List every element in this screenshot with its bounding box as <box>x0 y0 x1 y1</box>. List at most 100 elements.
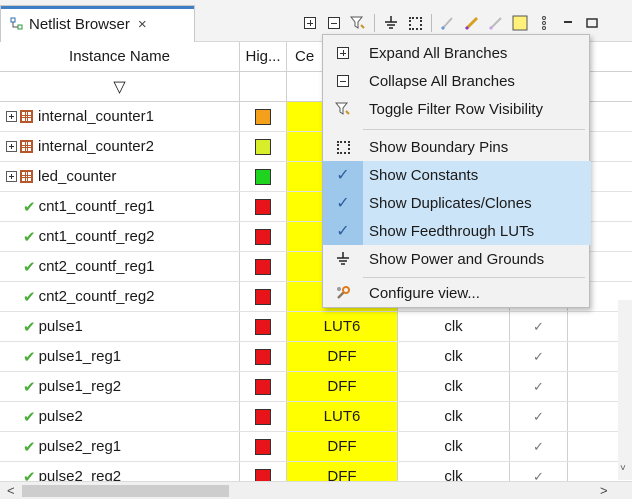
check-icon: ✓ <box>323 161 363 189</box>
instance-name-cell[interactable]: internal_counter2 <box>0 132 240 161</box>
highlight-swatch[interactable] <box>255 138 271 155</box>
table-row[interactable]: ✔ pulse1_reg1 DFF clk ✓ <box>0 342 632 372</box>
view-toolbar <box>300 12 606 34</box>
leaf-cell-check-icon: ✔ <box>23 258 36 276</box>
instance-name-cell[interactable]: ✔ pulse1 <box>0 312 240 341</box>
highlight-swatch[interactable] <box>255 318 271 335</box>
collapse-all-icon[interactable] <box>324 13 344 33</box>
vertical-scrollbar[interactable]: ˅ <box>618 300 632 480</box>
wrench-icon <box>323 279 363 307</box>
menu-item-configure-view[interactable]: Configure view... <box>323 279 591 307</box>
highlight-swatch[interactable] <box>255 198 271 215</box>
table-row[interactable]: ✔ pulse2_reg1 DFF clk ✓ <box>0 432 632 462</box>
highlight-color-cell[interactable] <box>240 372 287 401</box>
highlight-color-icon[interactable] <box>462 13 482 33</box>
filter-icon <box>323 95 363 123</box>
highlight-color-cell[interactable] <box>240 312 287 341</box>
flag-check-cell: ✓ <box>510 402 568 431</box>
filter-funnel-icon[interactable]: ▽ <box>113 77 125 97</box>
instance-name-cell[interactable]: ✔ cnt1_countf_reg2 <box>0 222 240 251</box>
instance-name-header[interactable]: Instance Name <box>0 42 240 71</box>
menu-item-show-feedthrough-luts[interactable]: ✓ Show Feedthrough LUTs <box>323 217 591 245</box>
highlight-header[interactable]: Hig... <box>240 42 287 71</box>
instance-name-cell[interactable]: ✔ cnt2_countf_reg2 <box>0 282 240 311</box>
highlight-color-cell[interactable] <box>240 402 287 431</box>
highlight-color-cell[interactable] <box>240 192 287 221</box>
ground-icon <box>323 245 363 273</box>
highlight-color-cell[interactable] <box>240 432 287 461</box>
highlight-color-cell[interactable] <box>240 102 287 131</box>
instance-name-cell[interactable]: led_counter <box>0 162 240 191</box>
highlight-swatch[interactable] <box>255 438 271 455</box>
table-row[interactable]: ✔ pulse2 LUT6 clk ✓ <box>0 402 632 432</box>
menu-item-expand-all[interactable]: Expand All Branches <box>323 39 591 67</box>
instance-name-cell[interactable]: internal_counter1 <box>0 102 240 131</box>
highlight-color-cell[interactable] <box>240 222 287 251</box>
toolbar-separator <box>374 14 375 32</box>
highlight-swatch[interactable] <box>255 408 271 425</box>
instance-name-label: internal_counter1 <box>38 108 154 125</box>
menu-item-label: Show Boundary Pins <box>369 138 509 156</box>
highlight-swatch[interactable] <box>255 108 271 125</box>
table-row[interactable]: ✔ pulse1 LUT6 clk ✓ <box>0 312 632 342</box>
highlight-swatch[interactable] <box>255 348 271 365</box>
menu-separator <box>363 277 585 278</box>
highlight-swatch[interactable] <box>255 228 271 245</box>
horizontal-scroll-thumb[interactable] <box>22 485 229 497</box>
scroll-down-icon[interactable]: ˅ <box>620 463 626 474</box>
unhighlight-icon[interactable] <box>486 13 506 33</box>
highlight-color-cell[interactable] <box>240 342 287 371</box>
instance-name-cell[interactable]: ✔ pulse1_reg2 <box>0 372 240 401</box>
menu-item-show-boundary-pins[interactable]: Show Boundary Pins <box>323 133 591 161</box>
highlight-swatch[interactable] <box>255 288 271 305</box>
filter-cell[interactable] <box>240 72 287 101</box>
filter-icon[interactable] <box>348 13 368 33</box>
hierarchy-cell-icon <box>20 140 33 153</box>
flag-check-cell: ✓ <box>510 312 568 341</box>
scroll-right-icon[interactable]: > <box>600 482 608 499</box>
instance-name-cell[interactable]: ✔ pulse1_reg1 <box>0 342 240 371</box>
instance-name-cell[interactable]: ✔ cnt1_countf_reg1 <box>0 192 240 221</box>
leaf-cell-check-icon: ✔ <box>23 438 36 456</box>
scroll-left-icon[interactable]: < <box>7 482 15 499</box>
maximize-icon[interactable] <box>582 13 602 33</box>
expand-all-icon[interactable] <box>300 13 320 33</box>
view-menu-icon[interactable] <box>534 13 554 33</box>
highlight-color-cell[interactable] <box>240 282 287 311</box>
menu-item-toggle-filter-row[interactable]: Toggle Filter Row Visibility <box>323 95 591 123</box>
highlight-color-cell[interactable] <box>240 162 287 191</box>
expand-toggle-icon[interactable] <box>6 111 17 122</box>
horizontal-scrollbar[interactable]: < > <box>0 481 632 499</box>
table-row[interactable]: ✔ pulse1_reg2 DFF clk ✓ <box>0 372 632 402</box>
menu-item-show-constants[interactable]: ✓ Show Constants <box>323 161 591 189</box>
expand-toggle-icon[interactable] <box>6 141 17 152</box>
instance-name-cell[interactable]: ✔ cnt2_countf_reg1 <box>0 252 240 281</box>
yellow-square-icon[interactable] <box>510 13 530 33</box>
menu-item-label: Show Duplicates/Clones <box>369 194 532 212</box>
instance-name-cell[interactable]: ✔ pulse2_reg1 <box>0 432 240 461</box>
minimize-icon[interactable] <box>558 13 578 33</box>
boundary-pins-icon[interactable] <box>405 13 425 33</box>
expand-box-icon <box>323 39 363 67</box>
menu-item-show-power-grounds[interactable]: Show Power and Grounds <box>323 245 591 273</box>
menu-item-show-duplicates[interactable]: ✓ Show Duplicates/Clones <box>323 189 591 217</box>
highlight-pen-icon[interactable] <box>438 13 458 33</box>
instance-name-label: cnt2_countf_reg2 <box>38 288 155 305</box>
menu-item-label: Toggle Filter Row Visibility <box>369 100 543 118</box>
highlight-color-cell[interactable] <box>240 252 287 281</box>
netlist-browser-tab[interactable]: Netlist Browser × <box>0 5 195 42</box>
instance-name-cell[interactable]: ✔ pulse2 <box>0 402 240 431</box>
highlight-swatch[interactable] <box>255 378 271 395</box>
leaf-cell-check-icon: ✔ <box>23 408 36 426</box>
flag-check-cell: ✓ <box>510 372 568 401</box>
expand-toggle-icon[interactable] <box>6 171 17 182</box>
power-ground-icon[interactable] <box>381 13 401 33</box>
boundary-pins-icon <box>323 133 363 161</box>
menu-item-collapse-all[interactable]: Collapse All Branches <box>323 67 591 95</box>
highlight-swatch[interactable] <box>255 258 271 275</box>
tab-close-icon[interactable]: × <box>138 16 147 33</box>
toolbar-separator <box>431 14 432 32</box>
highlight-color-cell[interactable] <box>240 132 287 161</box>
highlight-swatch[interactable] <box>255 168 271 185</box>
filter-cell[interactable]: ▽ <box>0 72 240 101</box>
